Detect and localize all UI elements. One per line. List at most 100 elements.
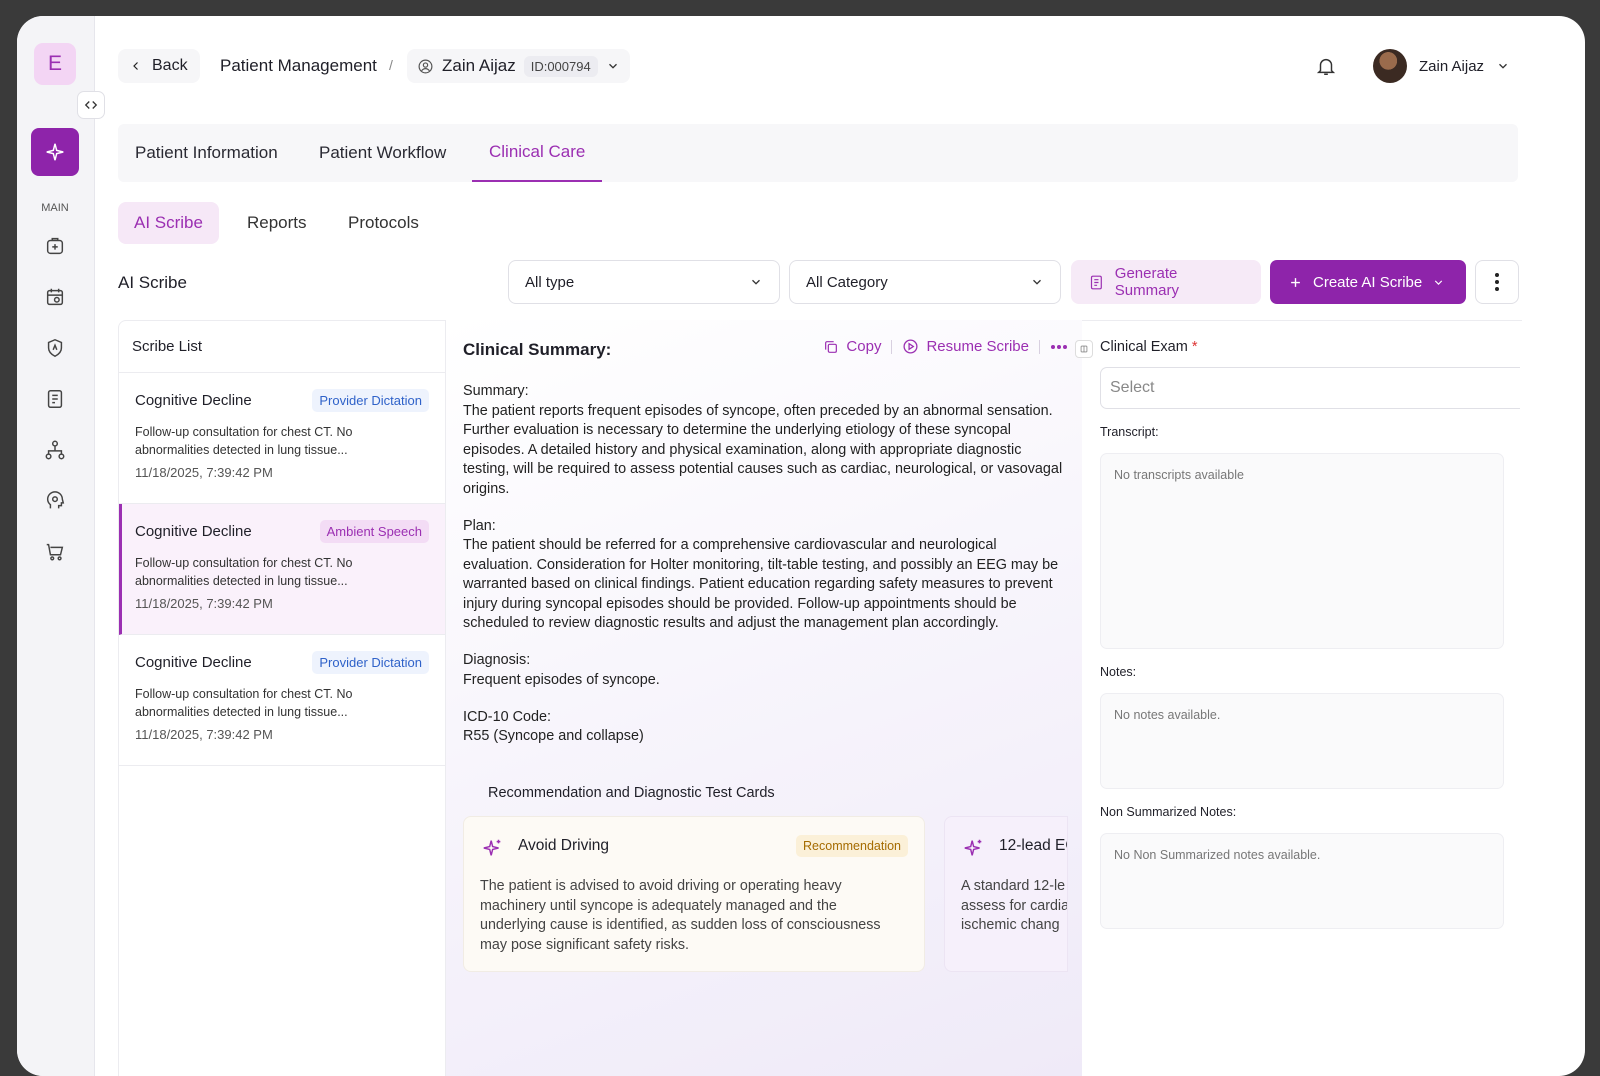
code-arrows-icon [84, 101, 98, 109]
chevron-left-icon [133, 62, 138, 70]
scribe-description: Follow-up consultation for chest CT. No … [135, 687, 353, 719]
user-name: Zain Aijaz [1419, 57, 1485, 75]
app-logo[interactable]: E [34, 43, 76, 85]
breadcrumb-separator: / [389, 57, 393, 73]
tab-patient-workflow[interactable]: Patient Workflow [302, 124, 463, 182]
non-summarized-notes-label: Non Summarized Notes: [1100, 805, 1237, 819]
subtab-reports[interactable]: Reports [231, 202, 323, 244]
generate-summary-label: Generate Summary [1114, 265, 1179, 299]
notes-empty-text: No notes available. [1114, 708, 1221, 722]
nav-brain-head-icon[interactable] [42, 488, 68, 514]
transcript-box: No transcripts available [1100, 453, 1504, 649]
icd-text: R55 (Syncope and collapse) [463, 728, 644, 744]
breadcrumb-patient-management[interactable]: Patient Management [220, 56, 377, 76]
category-filter-select[interactable]: All Category [789, 260, 1061, 304]
panel-resize-handle[interactable] [1075, 340, 1093, 358]
recommendation-card[interactable]: Avoid Driving Recommendation The patient… [463, 816, 925, 972]
card-text-line: A standard 12-le [961, 878, 1066, 894]
clinical-exam-placeholder: Select [1110, 379, 1155, 396]
status-badge: Provider Dictation [312, 389, 429, 412]
diagnostic-test-card[interactable]: 12-lead EC A standard 12-le assess for c… [944, 816, 1068, 972]
notes-label: Notes: [1100, 665, 1137, 679]
scribe-list-title: Scribe List [119, 321, 445, 373]
patient-name: Zain Aijaz [442, 56, 516, 75]
type-filter-select[interactable]: All type [508, 260, 780, 304]
recommendation-badge: Recommendation [796, 835, 908, 857]
nav-document-icon[interactable] [42, 386, 68, 412]
patient-selector[interactable]: Zain Aijaz ID:000794 [407, 49, 630, 83]
list-item[interactable]: Cognitive Decline Provider Dictation Fol… [119, 373, 445, 504]
subtab-ai-scribe[interactable]: AI Scribe [118, 202, 219, 244]
resume-scribe-label: Resume Scribe [926, 338, 1029, 355]
divider [891, 339, 893, 354]
scribe-description: Follow-up consultation for chest CT. No … [135, 556, 353, 588]
card-text-line: assess for cardia [961, 897, 1068, 914]
scribe-date: 11/18/2025, 7:39:42 PM [135, 465, 273, 480]
sparkle-icon [964, 839, 982, 856]
main-content: Back Patient Management / Zain Aijaz ID:… [95, 16, 1585, 1076]
create-ai-scribe-label: Create AI Scribe [1313, 273, 1423, 291]
subtab-protocols[interactable]: Protocols [332, 202, 435, 244]
ai-sparkle-nav-button[interactable] [31, 128, 79, 176]
card-title: Avoid Driving [518, 837, 610, 854]
copy-button[interactable]: Copy [823, 338, 881, 355]
list-item[interactable]: Cognitive Decline Ambient Speech Follow-… [119, 504, 445, 635]
status-badge: Ambient Speech [319, 520, 429, 543]
required-mark: * [1191, 339, 1198, 355]
user-menu[interactable]: Zain Aijaz [1373, 49, 1510, 83]
create-ai-scribe-button[interactable]: Create AI Scribe [1270, 260, 1466, 304]
bell-icon [1316, 58, 1336, 75]
copy-icon [825, 340, 838, 353]
sparkle-icon [483, 839, 501, 856]
scribe-date: 11/18/2025, 7:39:42 PM [135, 727, 273, 742]
patient-id-badge: ID:000794 [523, 55, 598, 77]
copy-label: Copy [846, 338, 882, 355]
card-title: 12-lead EC [999, 837, 1067, 854]
nav-calendar-icon[interactable] [42, 284, 68, 310]
summary-body: Summary: The patient reports frequent ep… [463, 382, 1063, 764]
summary-more-button[interactable] [1050, 344, 1068, 350]
chevron-down-icon [752, 279, 760, 285]
back-label: Back [152, 57, 188, 74]
non-summarized-empty-text: No Non Summarized notes available. [1114, 848, 1321, 862]
tab-patient-information[interactable]: Patient Information [118, 124, 295, 182]
rail-section-label: MAIN [41, 202, 69, 214]
sidebar-collapse-toggle[interactable] [77, 91, 105, 119]
chevron-down-icon [1499, 63, 1508, 69]
diagnosis-text: Frequent episodes of syncope. [463, 671, 660, 688]
nav-cart-icon[interactable] [42, 539, 68, 565]
clinical-summary-panel: Clinical Summary: Copy Resume Scribe Sum… [446, 320, 1082, 1076]
tab-clinical-care[interactable]: Clinical Care [472, 124, 603, 182]
more-options-button[interactable] [1475, 260, 1519, 304]
generate-summary-button[interactable]: Generate Summary [1071, 260, 1261, 304]
nav-hierarchy-icon[interactable] [42, 437, 68, 463]
user-circle-icon [418, 59, 433, 73]
list-item[interactable]: Cognitive Decline Provider Dictation Fol… [119, 635, 445, 766]
summary-title: Clinical Summary: [463, 340, 612, 359]
card-text: A standard 12-le assess for cardia ische… [961, 877, 1068, 936]
sparkle-icon [46, 143, 64, 161]
scribe-description: Follow-up consultation for chest CT. No … [135, 425, 353, 457]
plan-label: Plan: [463, 517, 496, 534]
clinical-exam-label-text: Clinical Exam [1100, 339, 1188, 355]
clinical-exam-select[interactable]: Select [1100, 367, 1520, 409]
card-text-line: ischemic chang [961, 917, 1060, 933]
nav-add-patient-icon[interactable] [42, 233, 68, 259]
type-filter-value: All type [525, 273, 575, 291]
plus-icon [1291, 277, 1300, 287]
scribe-list-panel: Scribe List Cognitive Decline Provider D… [118, 320, 446, 1076]
notifications-button[interactable] [1315, 55, 1337, 82]
non-summarized-notes-box: No Non Summarized notes available. [1100, 833, 1504, 929]
clinical-exam-label: Clinical Exam * [1100, 339, 1198, 355]
document-list-icon [1090, 275, 1102, 289]
topbar: Back Patient Management / Zain Aijaz ID:… [95, 16, 1585, 116]
nav-shield-icon[interactable] [42, 335, 68, 361]
category-filter-value: All Category [806, 273, 888, 291]
cards-heading: Recommendation and Diagnostic Test Cards [488, 785, 775, 801]
resume-scribe-button[interactable]: Resume Scribe [902, 338, 1029, 355]
back-button[interactable]: Back [118, 49, 200, 83]
notes-box: No notes available. [1100, 693, 1504, 789]
section-title: AI Scribe [118, 273, 187, 292]
kebab-menu-icon [1495, 273, 1499, 291]
ellipsis-icon [1051, 344, 1067, 349]
